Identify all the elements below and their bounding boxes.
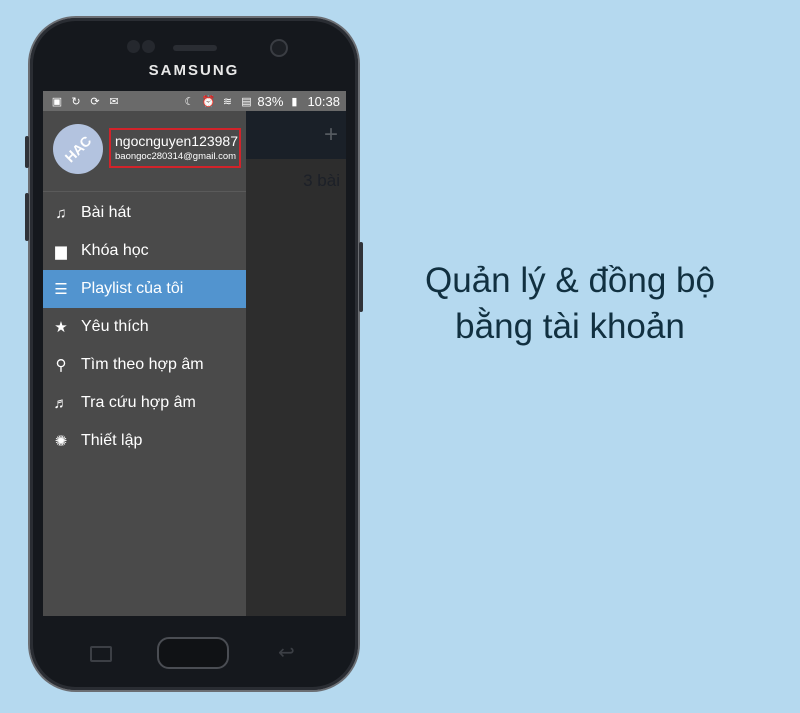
home-button[interactable] — [157, 637, 229, 669]
menu-item-tim-theo-hop-am[interactable]: ⚲ Tìm theo hợp âm — [43, 346, 246, 384]
phone-frame: SAMSUNG ▣ ↻ ⟳ ✉ ☾ ⏰ ≋ ▤ 83% ▮ 10:38 + 3 … — [25, 18, 363, 690]
gear-icon: ✺ — [54, 433, 68, 450]
list-icon: ☰ — [54, 281, 68, 298]
volume-down-button[interactable] — [25, 193, 29, 241]
username: ngocnguyen123987 — [115, 133, 239, 149]
avatar[interactable]: HAC — [43, 113, 114, 185]
menu-item-khoa-hoc[interactable]: ▆ Khóa học — [43, 232, 246, 270]
battery-percent: 83% — [257, 93, 284, 109]
power-button[interactable] — [359, 242, 363, 312]
search-icon: ⚲ — [55, 357, 67, 374]
caption-line-1: Quản lý & đồng bộ — [425, 261, 715, 300]
chord-lookup-icon: ♬ — [53, 394, 69, 412]
hardware-navbar: ↩ — [30, 623, 358, 683]
menu-item-label: Khóa học — [81, 242, 149, 259]
back-button[interactable]: ↩ — [278, 640, 295, 665]
menu-item-thiet-lap[interactable]: ✺ Thiết lập — [43, 422, 246, 460]
recent-apps-button[interactable] — [90, 646, 112, 662]
menu-item-bai-hat[interactable]: ♫ Bài hát — [43, 194, 246, 232]
alarm-icon: ⏰ — [201, 95, 216, 108]
light-sensor — [142, 40, 155, 53]
course-icon: ▆ — [55, 243, 67, 260]
music-note-icon: ♫ — [55, 204, 67, 222]
add-icon[interactable]: + — [324, 121, 338, 149]
account-info[interactable]: ngocnguyen123987 baongoc280314@gmail.com — [109, 128, 241, 168]
wifi-icon: ≋ — [222, 95, 233, 108]
email: baongoc280314@gmail.com — [115, 151, 237, 162]
star-icon: ★ — [54, 319, 68, 336]
playlist-count: 3 bài — [303, 171, 340, 190]
screen: ▣ ↻ ⟳ ✉ ☾ ⏰ ≋ ▤ 83% ▮ 10:38 + 3 bài HAC … — [43, 91, 346, 616]
volume-up-button[interactable] — [25, 136, 29, 168]
caption-line-2: bằng tài khoản — [455, 307, 685, 346]
brand-logo: SAMSUNG — [148, 62, 240, 79]
sync-icon: ↻ — [71, 95, 81, 108]
menu-item-yeu-thich[interactable]: ★ Yêu thích — [43, 308, 246, 346]
navigation-drawer: HAC ngocnguyen123987 baongoc280314@gmail… — [43, 111, 246, 616]
menu-item-label: Thiết lập — [81, 432, 143, 449]
gmail-icon: ✉ — [109, 95, 119, 108]
drawer-header: HAC ngocnguyen123987 baongoc280314@gmail… — [43, 111, 246, 192]
menu-item-label: Playlist của tôi — [81, 280, 184, 297]
sd-card-icon: ▤ — [241, 95, 252, 108]
caption: Quản lý & đồng bộ bằng tài khoản — [380, 258, 760, 350]
menu-item-label: Bài hát — [81, 204, 131, 221]
earpiece — [173, 45, 217, 51]
battery-icon: ▮ — [291, 95, 298, 108]
refresh-icon: ⟳ — [90, 95, 100, 108]
gallery-icon: ▣ — [51, 95, 63, 108]
menu-item-label: Yêu thích — [81, 318, 149, 335]
clock: 10:38 — [307, 93, 340, 109]
menu-item-playlist[interactable]: ☰ Playlist của tôi — [43, 270, 246, 308]
status-bar: ▣ ↻ ⟳ ✉ ☾ ⏰ ≋ ▤ 83% ▮ 10:38 — [43, 91, 346, 111]
front-camera — [272, 41, 286, 55]
night-mode-icon: ☾ — [184, 95, 195, 108]
proximity-sensor — [127, 40, 140, 53]
menu-item-tra-cuu-hop-am[interactable]: ♬ Tra cứu hợp âm — [43, 384, 246, 422]
drawer-menu: ♫ Bài hát ▆ Khóa học ☰ Playlist của tôi ★ Yê… — [43, 194, 246, 460]
menu-item-label: Tra cứu hợp âm — [81, 394, 196, 411]
avatar-logo-text: HAC — [61, 132, 95, 166]
menu-item-label: Tìm theo hợp âm — [81, 356, 204, 373]
